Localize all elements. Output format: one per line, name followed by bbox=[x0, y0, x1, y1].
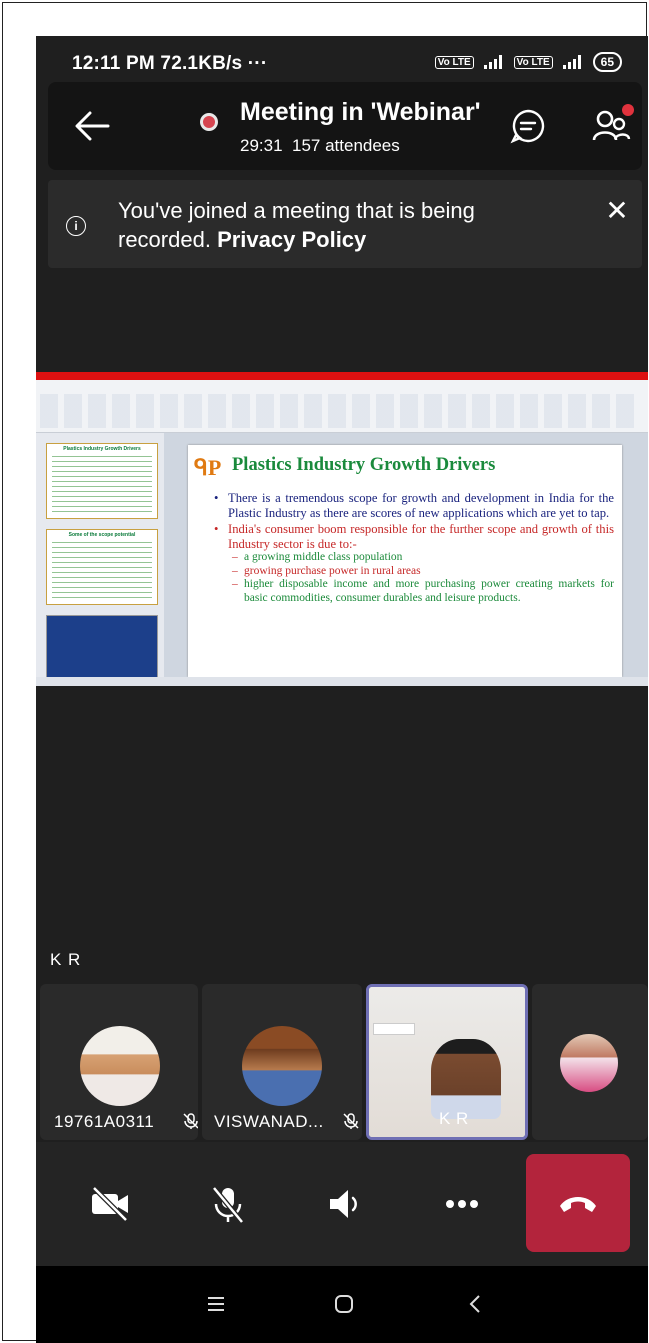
powerpoint-ribbon bbox=[36, 380, 648, 433]
slide-thumbnail-2: Some of the scope potential bbox=[46, 529, 158, 605]
avatar bbox=[560, 1034, 618, 1092]
back-arrow-icon[interactable] bbox=[72, 108, 112, 144]
mic-off-icon[interactable] bbox=[206, 1182, 250, 1226]
participant-tile-3[interactable]: K R bbox=[366, 984, 528, 1140]
home-icon[interactable] bbox=[332, 1292, 356, 1316]
slide-subpoint: higher disposable income and more purcha… bbox=[214, 578, 614, 605]
notification-dot bbox=[622, 104, 634, 116]
ribbon-tools bbox=[40, 394, 640, 428]
slide-thumbnail-1: Plastics Industry Growth Drivers bbox=[46, 443, 158, 519]
speaker-icon[interactable] bbox=[324, 1182, 368, 1226]
slide-canvas: ᑫP Plastics Industry Growth Drivers Ther… bbox=[164, 433, 648, 677]
slide-body: There is a tremendous scope for growth a… bbox=[214, 491, 614, 605]
more-icon[interactable] bbox=[440, 1182, 484, 1226]
signal-icon bbox=[483, 55, 504, 69]
banner-message: You've joined a meeting that is being re… bbox=[118, 196, 538, 254]
powerpoint-title-bar bbox=[36, 372, 648, 380]
slide-subpoint: growing purchase power in rural areas bbox=[214, 565, 614, 579]
shared-screen: Plastics Industry Growth Drivers Some of… bbox=[36, 372, 648, 686]
participant-tile-2[interactable]: VISWANAD... bbox=[202, 984, 362, 1140]
meeting-header: Meeting in 'Webinar' 29:31 157 attendees bbox=[48, 82, 642, 170]
current-slide: ᑫP Plastics Industry Growth Drivers Ther… bbox=[188, 445, 622, 677]
camera-off-icon[interactable] bbox=[88, 1182, 132, 1226]
more-notifications: ··· bbox=[247, 53, 268, 74]
end-call-icon bbox=[560, 1197, 596, 1212]
battery-icon: 65 bbox=[592, 52, 622, 72]
participant-name: 19761A0311 bbox=[54, 1112, 155, 1131]
close-icon[interactable]: ✕ bbox=[602, 196, 632, 226]
status-time: 12:11 PM 72.1KB/s ··· bbox=[72, 53, 267, 75]
active-speaker-label: K R bbox=[50, 950, 82, 969]
slide-bullet: India's consumer boom responsible for th… bbox=[214, 522, 614, 551]
volte-badge: Vo LTE bbox=[434, 55, 474, 69]
video-person bbox=[431, 1039, 501, 1119]
chat-icon[interactable] bbox=[510, 108, 546, 144]
status-bar: 12:11 PM 72.1KB/s ··· Vo LTE Vo LTE 65 bbox=[36, 36, 648, 82]
call-controls bbox=[36, 1142, 648, 1266]
end-call-button[interactable] bbox=[526, 1154, 630, 1252]
recording-banner: i You've joined a meeting that is being … bbox=[48, 180, 642, 268]
slide-subpoint: a growing middle class population bbox=[214, 551, 614, 565]
slide-title: Plastics Industry Growth Drivers bbox=[232, 455, 496, 475]
menu-icon[interactable] bbox=[204, 1292, 228, 1316]
recording-dot-icon bbox=[200, 113, 218, 131]
back-icon[interactable] bbox=[464, 1292, 488, 1316]
mic-off-icon bbox=[183, 1113, 198, 1129]
powerpoint-status-bar bbox=[36, 677, 648, 686]
slide-bullet: There is a tremendous scope for growth a… bbox=[214, 491, 614, 520]
meeting-subtitle: 29:31 157 attendees bbox=[240, 136, 400, 156]
slide-logo: ᑫP bbox=[194, 455, 222, 480]
thumbnail-content bbox=[52, 542, 152, 602]
slide-thumbnail-3 bbox=[46, 615, 158, 679]
system-nav-bar bbox=[36, 1266, 648, 1343]
thumbnail-title: Some of the scope potential bbox=[68, 532, 136, 538]
clock: 12:11 PM bbox=[72, 53, 155, 74]
participant-tile-4[interactable] bbox=[532, 984, 648, 1140]
status-icons: Vo LTE Vo LTE 65 bbox=[434, 52, 622, 72]
mic-off-icon bbox=[343, 1113, 359, 1129]
participant-name: K R bbox=[439, 1109, 469, 1128]
slides-pane: Plastics Industry Growth Drivers Some of… bbox=[36, 433, 165, 679]
avatar bbox=[242, 1026, 322, 1106]
meeting-title: Meeting in 'Webinar' bbox=[240, 98, 481, 126]
signal-icon-2 bbox=[562, 55, 583, 69]
phone-screen: 12:11 PM 72.1KB/s ··· Vo LTE Vo LTE 65 M… bbox=[36, 36, 648, 1343]
info-icon: i bbox=[66, 216, 86, 236]
wall-sign bbox=[373, 1023, 415, 1035]
meeting-duration: 29:31 bbox=[240, 136, 283, 155]
thumbnail-content bbox=[52, 456, 152, 516]
thumbnail-title: Plastics Industry Growth Drivers bbox=[63, 446, 141, 452]
avatar bbox=[80, 1026, 160, 1106]
participant-tile-1[interactable]: 19761A0311 bbox=[40, 984, 198, 1140]
network-speed: 72.1KB/s bbox=[160, 53, 243, 74]
volte-badge-2: Vo LTE bbox=[513, 55, 553, 69]
participant-name: VISWANAD... bbox=[214, 1112, 324, 1131]
attendee-count: 157 attendees bbox=[292, 136, 400, 155]
privacy-policy-link[interactable]: Privacy Policy bbox=[217, 227, 366, 252]
